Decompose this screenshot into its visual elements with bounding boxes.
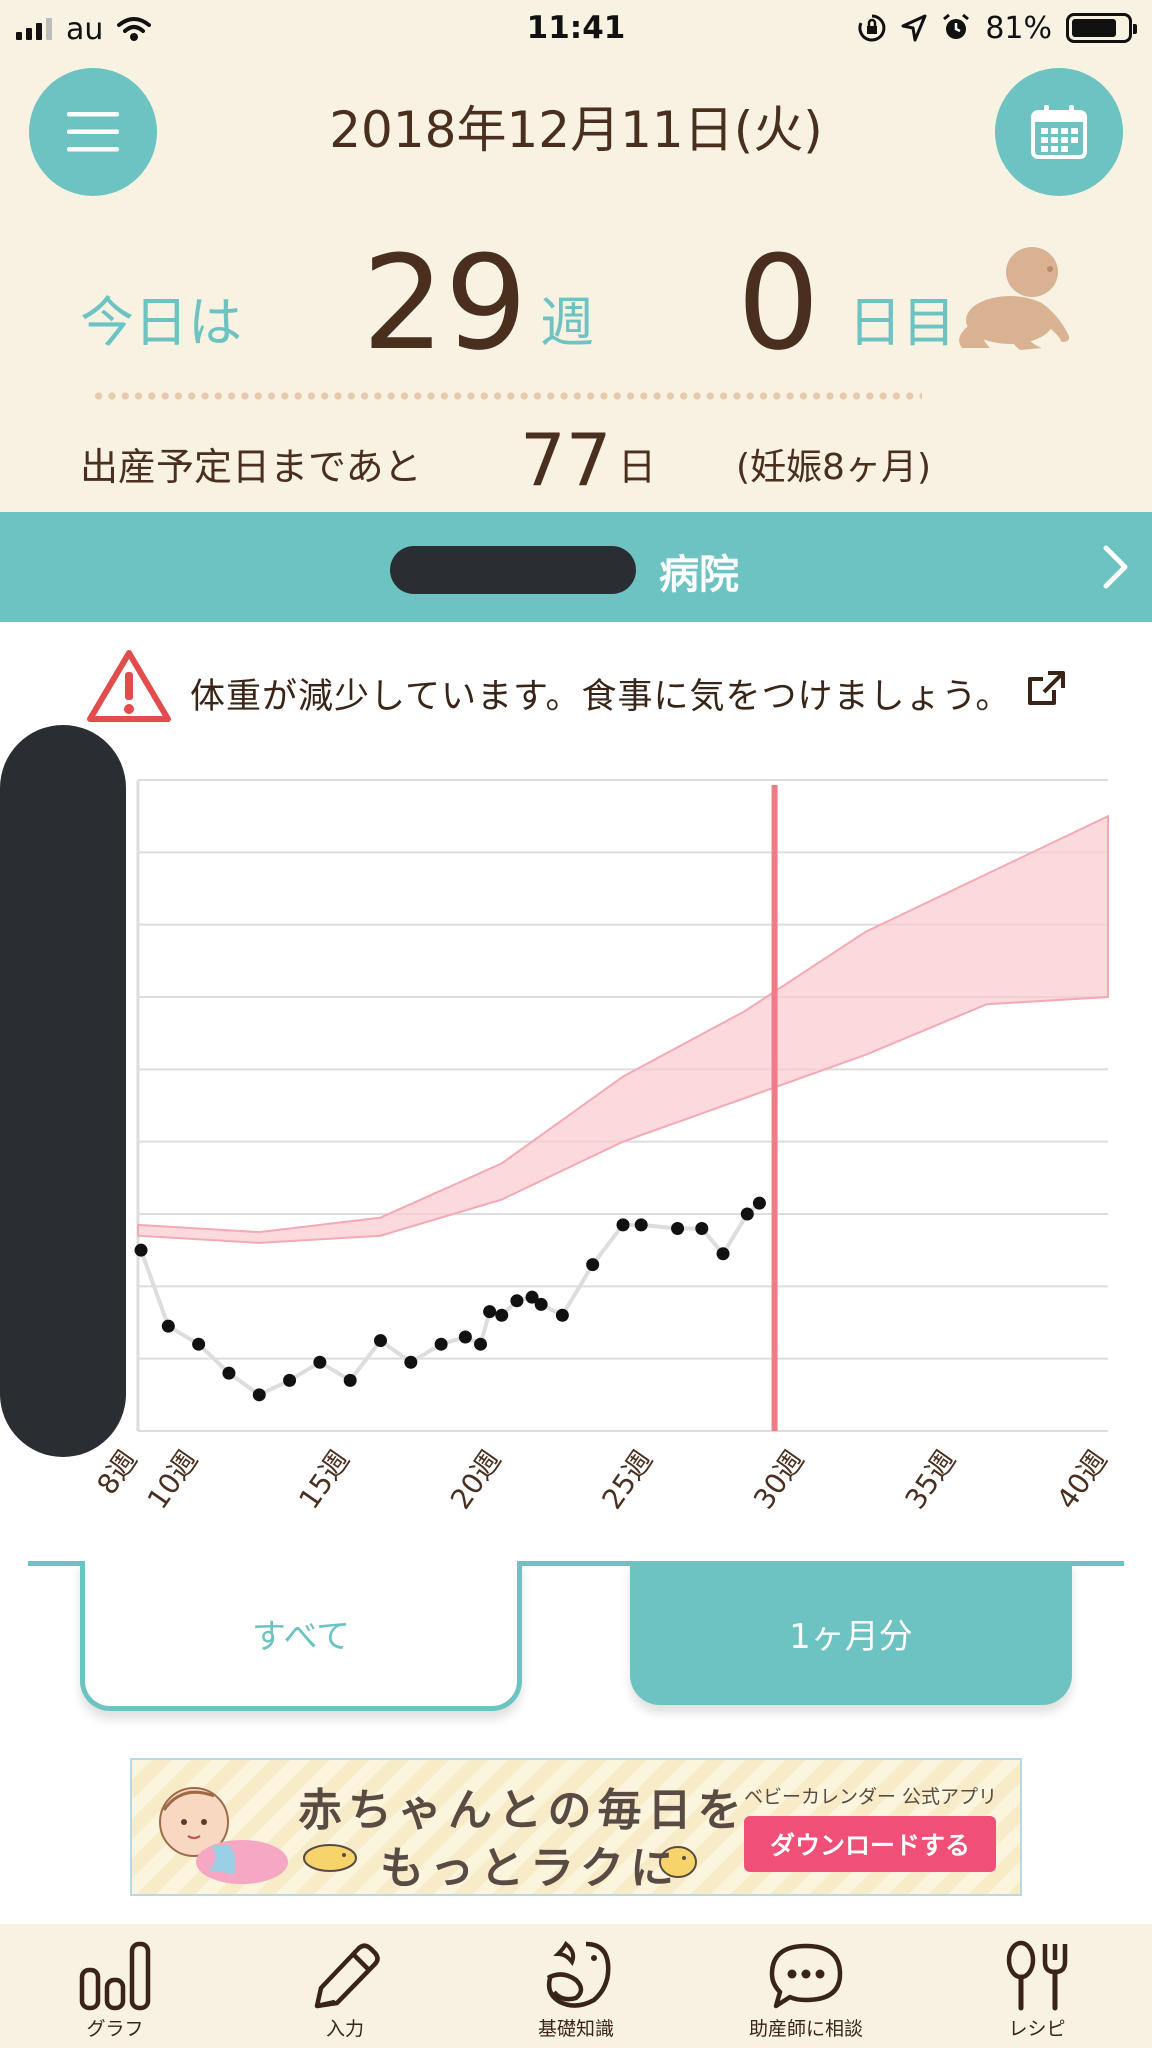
orientation-lock-icon bbox=[858, 14, 886, 42]
menu-button[interactable] bbox=[29, 68, 157, 196]
today-label: 今日は bbox=[80, 291, 242, 354]
external-link-icon[interactable] bbox=[1026, 670, 1066, 708]
weight-point bbox=[483, 1305, 497, 1319]
weight-point bbox=[586, 1258, 600, 1272]
hospital-bar[interactable]: 病院 bbox=[0, 512, 1152, 622]
alarm-icon bbox=[943, 13, 970, 39]
x-tick-label: 30週 bbox=[747, 1444, 811, 1515]
chat-icon bbox=[769, 1943, 843, 2009]
bottom-nav: グラフ 入力 基礎知識 助産師に相談 レシピ bbox=[0, 1924, 1152, 2048]
weight-warning: 体重が減少しています。食事に気をつけましょう。 bbox=[0, 640, 1152, 736]
weight-point bbox=[192, 1337, 206, 1351]
due-date-row: 出産予定日まであと 77 日 (妊娠8ヶ月) bbox=[0, 418, 1152, 508]
nav-basics-label: 基礎知識 bbox=[537, 2018, 614, 2040]
nav-recipe[interactable]: レシピ bbox=[922, 1924, 1152, 2048]
weight-point bbox=[634, 1218, 648, 1232]
calendar-icon bbox=[1031, 105, 1087, 159]
hamburger-icon bbox=[67, 112, 119, 152]
redaction-bar bbox=[390, 546, 636, 594]
weight-point bbox=[671, 1221, 685, 1235]
redaction-bar bbox=[0, 725, 126, 1457]
warning-icon bbox=[87, 650, 171, 722]
nav-basics[interactable]: 基礎知識 bbox=[461, 1924, 691, 2048]
weight-point bbox=[434, 1337, 448, 1351]
chevron-right-icon bbox=[1103, 545, 1128, 589]
banner-headline-1: 赤ちゃんとの毎日を bbox=[298, 1785, 748, 1836]
battery-icon bbox=[1066, 13, 1137, 43]
weight-point bbox=[616, 1218, 630, 1232]
weight-point bbox=[534, 1297, 548, 1311]
weight-point bbox=[343, 1373, 357, 1387]
pencil-icon bbox=[314, 1943, 380, 2009]
week-counter: 今日は 29 週 0 日目 bbox=[0, 238, 1152, 378]
due-days-unit: 日 bbox=[618, 445, 657, 489]
app-download-banner[interactable]: 赤ちゃんとの毎日を もっとラクに ベビーカレンダー 公式アプリ ダウンロードする bbox=[130, 1758, 1022, 1896]
download-button[interactable]: ダウンロードする bbox=[744, 1816, 996, 1872]
chick-icon bbox=[303, 1844, 357, 1872]
weight-point bbox=[716, 1247, 730, 1261]
calendar-button[interactable] bbox=[995, 68, 1123, 196]
weeks-value: 29 bbox=[362, 227, 528, 379]
tab-one-month-label: 1ヶ月分 bbox=[789, 1616, 913, 1657]
graph-icon bbox=[79, 1941, 151, 2011]
battery-percent: 81% bbox=[985, 10, 1052, 46]
dotted-divider bbox=[92, 392, 922, 400]
baby-illustration-icon bbox=[159, 1787, 288, 1884]
x-tick-label: 8週 bbox=[90, 1444, 143, 1500]
stork-icon bbox=[546, 1940, 611, 2008]
download-button-label: ダウンロードする bbox=[769, 1831, 970, 1860]
reference-band bbox=[137, 814, 1109, 1244]
nav-consult[interactable]: 助産師に相談 bbox=[691, 1924, 921, 2048]
days-unit: 日目 bbox=[848, 291, 956, 354]
tab-all[interactable]: すべて bbox=[80, 1561, 522, 1711]
x-tick-label: 15週 bbox=[292, 1444, 356, 1515]
weight-point bbox=[222, 1366, 236, 1380]
cutlery-icon bbox=[1006, 1940, 1068, 2011]
tab-one-month[interactable]: 1ヶ月分 bbox=[630, 1561, 1072, 1705]
days-value: 0 bbox=[737, 227, 820, 379]
weight-point bbox=[313, 1355, 327, 1369]
weight-point bbox=[161, 1319, 175, 1333]
nav-consult-label: 助産師に相談 bbox=[748, 2018, 863, 2040]
pregnancy-header: 2018年12月11日(火) 今日は 29 週 0 日目 出産予定日まであと 7… bbox=[0, 58, 1152, 512]
current-date: 2018年12月11日(火) bbox=[329, 101, 823, 159]
location-icon bbox=[901, 14, 927, 42]
x-tick-label: 35週 bbox=[899, 1444, 963, 1515]
weight-point bbox=[374, 1334, 387, 1348]
nav-input[interactable]: 入力 bbox=[230, 1924, 460, 2048]
weight-point bbox=[510, 1294, 524, 1308]
status-bar: au 11:41 81% bbox=[0, 0, 1152, 58]
pregnancy-month: (妊娠8ヶ月) bbox=[736, 447, 931, 488]
weight-point bbox=[740, 1207, 754, 1221]
x-tick-label: 10週 bbox=[141, 1444, 205, 1515]
due-label: 出産予定日まであと bbox=[80, 445, 422, 489]
range-tabs: すべて 1ヶ月分 bbox=[0, 1555, 1152, 1725]
weight-chart: 8週10週 15週 20週 25週 30週 35週 40週 bbox=[90, 779, 1114, 1515]
warning-text: 体重が減少しています。食事に気をつけましょう。 bbox=[190, 677, 1012, 717]
weight-point bbox=[458, 1330, 472, 1344]
nav-input-label: 入力 bbox=[325, 2018, 364, 2040]
tab-all-label: すべて bbox=[251, 1617, 351, 1657]
weight-point bbox=[252, 1388, 266, 1402]
nav-graph[interactable]: グラフ bbox=[0, 1924, 230, 2048]
nav-graph-label: グラフ bbox=[86, 2018, 144, 2040]
weight-point bbox=[555, 1308, 569, 1322]
weeks-unit: 週 bbox=[540, 291, 594, 354]
status-right: 81% bbox=[857, 10, 1137, 46]
banner-headline-2: もっとラクに bbox=[380, 1843, 680, 1894]
weight-point bbox=[495, 1308, 509, 1322]
baby-icon bbox=[959, 247, 1070, 350]
weight-point bbox=[134, 1243, 148, 1257]
x-tick-label: 40週 bbox=[1050, 1444, 1114, 1515]
weight-point bbox=[474, 1337, 488, 1351]
weight-point bbox=[695, 1221, 709, 1235]
weight-point bbox=[752, 1196, 766, 1210]
weight-point bbox=[404, 1355, 418, 1369]
banner-subtitle: ベビーカレンダー 公式アプリ bbox=[744, 1786, 998, 1808]
weight-point bbox=[283, 1373, 297, 1387]
x-tick-label: 20週 bbox=[444, 1444, 508, 1515]
nav-recipe-label: レシピ bbox=[1008, 2018, 1066, 2040]
x-tick-label: 25週 bbox=[596, 1444, 660, 1515]
due-days-value: 77 bbox=[520, 418, 612, 502]
